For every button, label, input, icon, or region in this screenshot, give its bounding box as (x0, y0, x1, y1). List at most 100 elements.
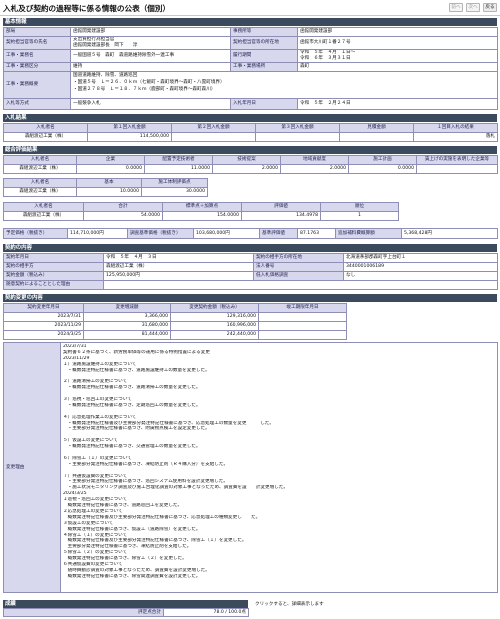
eval-header: 賃上げの実施を表明した企業等 (416, 155, 498, 165)
basic-label: 工事・業務名 (3, 49, 71, 63)
contract-label: 契約金額（税込み） (3, 271, 104, 281)
bid-result-table: 入札者名 第１回入札金額 第２回入札金額 第３回入札金額 見積金額 １回目入札の… (3, 123, 498, 142)
change-deadline (258, 312, 347, 322)
basic-value: 支出負担行為担当官 函館開発建設部長 岡下 淳 (70, 36, 231, 50)
estimate-amount (339, 132, 414, 142)
eval-bidder: 森組渡辺工業（株） (3, 187, 77, 197)
basic-value: 函館開発建設部 (70, 27, 231, 37)
back-button[interactable]: 戻る (483, 3, 497, 12)
page-title: 入札及び契約の過程等に係る情報の公表（個別） (3, 4, 171, 13)
eval-score (416, 164, 498, 174)
eval-header: 標準点＋加算点 (162, 202, 242, 212)
next-button[interactable]: 次へ (466, 3, 480, 12)
eval-bidder: 森組渡辺工業（株） (3, 164, 77, 174)
additional-cost: 5,368,428円 (401, 228, 498, 239)
change-deadline (258, 321, 347, 331)
contract-value: 3440001006189 (343, 262, 498, 272)
eval-rank: 1 (320, 211, 399, 221)
period-text: 令和 ５年 ４月 １日～ 令和 ６年 ３月３１日 (300, 50, 356, 62)
eval-score: 30.0000 (141, 187, 208, 197)
basic-info-table: 部局 函館開発建設部 事務所等 函館開発建設部 契約担当官等の氏名 支出負担行為… (3, 27, 498, 110)
price-label: 予定価格（税抜き） (3, 228, 68, 239)
bid-header: 見積金額 (339, 123, 414, 133)
price-summary-table: 予定価格（税抜き） 114,710,000円 調査基準価格（税抜き） 103,6… (3, 228, 498, 239)
basic-label: 契約担当官等の氏名 (3, 36, 71, 50)
basic-value: 国道道路維持、除雪、道路巡回 ・国道５号 Ｌ＝２６．０ｋｍ（七飯町・森町境界～森… (70, 71, 498, 99)
basic-value: 函館開発建設部 (297, 27, 498, 37)
contract-value: 森組渡辺工業（株） (103, 262, 254, 272)
bid-amount-3 (255, 132, 340, 142)
change-reason-body: 2023/7/31 契約書６２条に基づく、新労務単価等の運用に係る特例措置による変… (60, 342, 498, 593)
basic-value: 一般国道５号 森町 森道路維持除雪外一連工事 (70, 49, 231, 63)
change-header: 変更増減額 (83, 303, 171, 313)
grade-value: 78.0 / 100.0点 (163, 608, 249, 617)
eval-header: 順位 (320, 202, 399, 212)
eval-score: 0.0000 (348, 164, 417, 174)
planned-price: 114,710,000円 (67, 228, 128, 239)
section-basic-info: 基本情報 (3, 18, 497, 26)
eval-table-1: 入札者名 企業 配置予定技術者 技術提案 地域貢献度 施工計画 賃上げの実施を表… (3, 155, 498, 174)
eval-table-2: 入札者名 基本 施工体制評価点 森組渡辺工業（株） 10.0000 30.000… (3, 178, 208, 197)
change-diff: 3,366,000 (83, 312, 171, 322)
change-date: 2023/7/31 (3, 312, 84, 322)
contract-value: なし (343, 271, 498, 281)
eval-header: 入札者名 (3, 155, 77, 165)
eval-total: 54.0000 (83, 211, 163, 221)
bid-amount-2 (171, 132, 256, 142)
eval-score: 2.0000 (212, 164, 281, 174)
section-grade: 成績 (3, 600, 248, 608)
eval-header: 施工体制評価点 (141, 178, 208, 188)
change-amount: 129,316,000 (170, 312, 259, 322)
eval-header: 企業 (76, 155, 145, 165)
basic-label: 入札等方式 (3, 98, 71, 110)
change-reason-table: 変更理由 2023/7/31 契約書６２条に基づく、新労務単価等の運用に係る特例措… (3, 342, 498, 593)
contract-officer-text: 支出負担行為担当官 函館開発建設部長 岡下 淳 (73, 37, 138, 49)
contract-value: 125,950,000円 (103, 271, 254, 281)
contract-value: 北海道茅部郡森町字上台町１ (343, 253, 498, 263)
base-eval-value: 87.1763 (297, 228, 336, 239)
basic-label: 事務所等 (230, 27, 298, 37)
basic-value: 一般競争入札 (70, 98, 231, 110)
section-changes: 契約変更の内容 (3, 294, 497, 302)
change-reason-lines: 2023/7/31 契約書６２条に基づく、新労務単価等の運用に係る特例措置による変… (63, 344, 495, 580)
eval-header: 施工計画 (348, 155, 417, 165)
section-bid-result: 入札結果 (3, 114, 497, 122)
eval-header: 技術提案 (212, 155, 281, 165)
basic-label: 部局 (3, 27, 71, 37)
change-header: 契約変更年月日 (3, 303, 84, 313)
price-label: 調査基準価格（税抜き） (127, 228, 194, 239)
basic-label: 工事・業務概要 (3, 71, 71, 99)
basic-label: 工事・業務場所 (230, 62, 298, 72)
change-diff: 81,444,000 (83, 330, 171, 340)
eval-header: 地域貢献度 (280, 155, 349, 165)
contract-label: 随意契約によることとした理由 (3, 280, 104, 290)
eval-header: 基本 (76, 178, 142, 188)
survey-base-price: 103,680,000円 (193, 228, 260, 239)
bid-outcome: 落札 (413, 132, 498, 142)
basic-label: 契約担当官等の所在地 (230, 36, 298, 50)
contract-label: 低入札価格調査 (253, 271, 344, 281)
basic-value: 維持 (70, 62, 231, 72)
eval-table-3: 入札者名 合計 標準点＋加算点 評価値 順位 森組渡辺工業（株） 54.0000… (3, 202, 399, 221)
basic-value: 令和 ５年 ４月 １日～ 令和 ６年 ３月３１日 (297, 49, 498, 63)
contract-value (103, 280, 498, 290)
grade-detail-link[interactable]: クリックすると、詳細表示します (255, 601, 324, 607)
bid-header: 第２回入札金額 (171, 123, 256, 133)
bid-header: 入札者名 (3, 123, 88, 133)
price-label: 追加補料費概算額 (335, 228, 402, 239)
section-evaluation: 総合評価結果 (3, 146, 497, 154)
contract-label: 法人番号 (253, 262, 344, 272)
change-deadline (258, 330, 347, 340)
top-bar: 入札及び契約の過程等に係る情報の公表（個別） 前へ 次へ 戻る (0, 0, 500, 16)
change-reason-line: 概数発注特記仕様書に基づき、除雪関連調査費を設計変更した。 (63, 573, 201, 579)
basic-value: 森町 (297, 62, 498, 72)
work-summary-text: 国道道路維持、除雪、道路巡回 ・国道５号 Ｌ＝２６．０ｋｍ（七飯町・森町境界～森… (73, 73, 225, 92)
change-date: 2023/11/29 (3, 321, 84, 331)
prev-button[interactable]: 前へ (449, 3, 463, 12)
basic-label: 工事・業務区分 (3, 62, 71, 72)
eval-bidder: 森組渡辺工業（株） (3, 211, 84, 221)
eval-header: 評価値 (241, 202, 321, 212)
eval-header: 入札者名 (3, 178, 77, 188)
price-label: 基準評価値 (259, 228, 298, 239)
basic-value: 令和 ５年 ２月２４日 (297, 98, 498, 110)
